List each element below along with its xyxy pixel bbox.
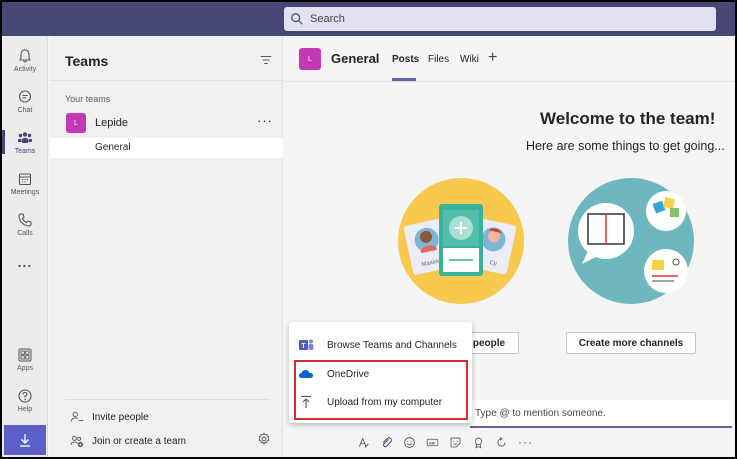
bell-icon xyxy=(19,48,31,63)
teams-panel: Teams Your teams L Lepide ··· General In… xyxy=(50,36,283,457)
tab-files[interactable]: Files xyxy=(428,54,449,65)
welcome-title: Welcome to the team! xyxy=(540,109,716,128)
create-channels-button[interactable]: Create more channels xyxy=(566,332,696,354)
channel-header: L General Posts Files Wiki + xyxy=(284,36,735,82)
teams-icon xyxy=(18,131,32,143)
rail-item-calls[interactable]: Calls xyxy=(2,204,48,244)
emoji-icon[interactable] xyxy=(403,436,416,449)
calendar-icon xyxy=(18,172,32,185)
invite-people-button[interactable]: Invite people xyxy=(70,408,149,426)
rail-label: Meetings xyxy=(10,188,40,196)
rail-label: Help xyxy=(17,405,33,413)
more-options-icon[interactable]: ··· xyxy=(257,113,273,128)
teams-window: Search Activity Chat Teams Meetings Call… xyxy=(2,2,735,457)
tab-wiki[interactable]: Wiki xyxy=(460,54,479,65)
add-people-illustration: Maxine Cy xyxy=(398,178,524,304)
help-icon xyxy=(18,388,32,403)
rail-label: Activity xyxy=(13,65,37,73)
divider xyxy=(65,399,270,400)
praise-icon[interactable] xyxy=(472,436,485,449)
rail-label: Teams xyxy=(14,147,36,155)
app-rail: Activity Chat Teams Meetings Calls ... A… xyxy=(2,36,48,457)
rail-label: Apps xyxy=(17,364,33,372)
join-create-team-button[interactable]: Join or create a team xyxy=(70,432,186,450)
compose-toolbar: GIF ··· xyxy=(357,434,533,450)
download-icon xyxy=(20,434,30,447)
menu-label: Browse Teams and Channels xyxy=(327,339,457,351)
rail-item-teams[interactable]: Teams xyxy=(2,122,48,162)
compose-box[interactable]: Type @ to mention someone. xyxy=(470,400,732,428)
create-channels-label: Create more channels xyxy=(578,337,684,349)
channel-title: General xyxy=(331,51,380,66)
join-label: Join or create a team xyxy=(92,435,186,447)
svg-text:GIF: GIF xyxy=(429,440,436,445)
active-tab-indicator xyxy=(392,78,416,81)
attach-icon[interactable] xyxy=(380,436,393,449)
svg-text:T: T xyxy=(301,343,306,350)
more-dots: ... xyxy=(17,254,33,270)
team-item-lepide[interactable]: L Lepide ··· xyxy=(50,110,283,136)
rail-label: Calls xyxy=(17,229,33,237)
top-bar: Search xyxy=(2,2,735,36)
search-icon xyxy=(291,13,303,25)
rail-item-apps[interactable]: Apps xyxy=(2,339,48,379)
highlight-box xyxy=(294,360,468,420)
search-placeholder: Search xyxy=(310,13,345,25)
teams-logo-icon: T xyxy=(299,339,314,350)
filter-icon[interactable] xyxy=(259,53,273,67)
join-team-icon xyxy=(70,435,84,448)
welcome-subtitle: Here are some things to get going... xyxy=(526,139,725,153)
add-people-label: people xyxy=(472,337,506,349)
rail-item-help[interactable]: Help xyxy=(2,380,48,420)
search-input[interactable]: Search xyxy=(284,7,716,31)
phone-icon xyxy=(18,212,32,227)
more-options-icon[interactable]: ··· xyxy=(518,435,533,449)
create-channels-illustration xyxy=(568,178,694,304)
chat-icon xyxy=(18,89,32,103)
compose-placeholder: Type @ to mention someone. xyxy=(475,408,606,419)
divider xyxy=(50,80,283,81)
rail-item-chat[interactable]: Chat xyxy=(2,81,48,121)
channel-name: General xyxy=(95,142,131,153)
channel-item-general[interactable]: General xyxy=(50,138,283,158)
tab-posts[interactable]: Posts xyxy=(392,54,419,65)
team-avatar: L xyxy=(66,113,86,133)
download-button[interactable] xyxy=(4,425,46,455)
sticker-icon[interactable] xyxy=(449,436,462,449)
rail-label: Chat xyxy=(17,106,33,114)
team-name: Lepide xyxy=(95,117,129,129)
rail-item-meetings[interactable]: Meetings xyxy=(2,163,48,203)
invite-person-icon xyxy=(70,411,84,422)
add-tab-icon[interactable]: + xyxy=(488,49,497,67)
apps-icon xyxy=(18,348,32,361)
menu-item-browse-teams[interactable]: T Browse Teams and Channels xyxy=(289,332,472,358)
section-label: Your teams xyxy=(65,94,111,104)
rail-item-activity[interactable]: Activity xyxy=(2,40,48,80)
loop-icon[interactable] xyxy=(495,436,508,449)
format-icon[interactable] xyxy=(357,436,370,449)
gear-icon[interactable] xyxy=(257,432,271,446)
invite-label: Invite people xyxy=(92,411,149,423)
rail-more-button[interactable]: ... xyxy=(2,244,48,280)
gif-icon[interactable]: GIF xyxy=(426,436,439,449)
channel-avatar: L xyxy=(299,48,321,70)
panel-title: Teams xyxy=(65,53,109,69)
